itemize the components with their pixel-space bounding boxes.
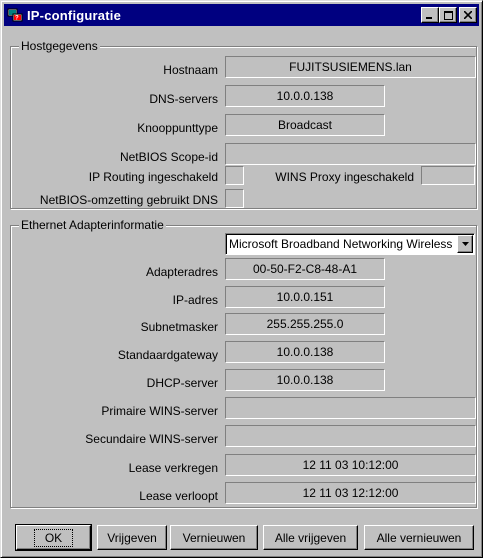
netbios-dns-label: NetBIOS-omzetting gebruikt DNS — [39, 193, 218, 207]
wins-proxy-label: WINS Proxy ingeschakeld — [275, 170, 414, 184]
release-button[interactable]: Vrijgeven — [97, 525, 167, 550]
adapter-dropdown-button[interactable] — [457, 235, 473, 253]
netbios-scope-field — [225, 143, 476, 165]
host-group-label: Hostgegevens — [19, 39, 100, 53]
standaardgateway-label: Standaardgateway — [117, 348, 218, 362]
renew-all-button-label: Alle vernieuwen — [376, 530, 462, 545]
dhcp-server-field: 10.0.0.138 — [225, 369, 385, 391]
ip-config-window: ? IP-configuratie Hostgegevens Hostnaam … — [0, 0, 483, 558]
release-all-button[interactable]: Alle vrijgeven — [263, 525, 358, 550]
minimize-button[interactable] — [421, 7, 439, 23]
subnetmasker-field: 255.255.255.0 — [225, 313, 385, 335]
knooppunttype-label: Knooppunttype — [137, 121, 218, 135]
chevron-down-icon — [461, 242, 469, 246]
adapteradres-field: 00-50-F2-C8-48-A1 — [225, 258, 385, 280]
secondary-wins-field — [225, 425, 476, 447]
lease-expires-label: Lease verloopt — [139, 489, 218, 503]
release-button-label: Vrijgeven — [107, 530, 157, 545]
renew-button-label: Vernieuwen — [182, 530, 246, 545]
lease-obtained-field: 12 11 03 10:12:00 — [225, 454, 476, 476]
adapter-select[interactable]: Microsoft Broadband Networking Wireless — [225, 233, 475, 255]
ip-routing-indicator — [225, 166, 244, 185]
ip-routing-label: IP Routing ingeschakeld — [88, 170, 218, 184]
secondary-wins-label: Secundaire WINS-server — [85, 432, 218, 446]
primary-wins-field — [225, 397, 476, 419]
subnetmasker-label: Subnetmasker — [140, 320, 218, 334]
adapter-select-value: Microsoft Broadband Networking Wireless — [229, 237, 453, 251]
ok-button-label: OK — [33, 528, 74, 547]
dns-servers-label: DNS-servers — [149, 92, 218, 106]
netbios-dns-indicator — [225, 189, 244, 208]
lease-obtained-label: Lease verkregen — [128, 461, 218, 475]
lease-expires-field: 12 11 03 12:12:00 — [225, 482, 476, 504]
hostnaam-field: FUJITSUSIEMENS.lan — [225, 56, 476, 78]
primary-wins-label: Primaire WINS-server — [101, 404, 218, 418]
wins-proxy-indicator — [421, 166, 475, 185]
ok-button[interactable]: OK — [15, 524, 92, 551]
close-button[interactable] — [459, 7, 477, 23]
window-title: IP-configuratie — [27, 7, 122, 23]
dhcp-server-label: DHCP-server — [146, 376, 218, 390]
network-app-icon: ? — [6, 6, 24, 24]
renew-all-button[interactable]: Alle vernieuwen — [364, 525, 474, 550]
ethernet-group-label: Ethernet Adapterinformatie — [19, 218, 166, 232]
renew-button[interactable]: Vernieuwen — [170, 525, 258, 550]
maximize-icon — [443, 10, 453, 20]
title-bar[interactable]: ? IP-configuratie — [4, 4, 479, 26]
standaardgateway-field: 10.0.0.138 — [225, 341, 385, 363]
svg-text:?: ? — [15, 16, 19, 22]
hostnaam-label: Hostnaam — [163, 63, 218, 77]
netbios-scope-label: NetBIOS Scope-id — [119, 150, 218, 164]
knooppunttype-field: Broadcast — [225, 114, 385, 136]
maximize-button[interactable] — [439, 7, 457, 23]
close-icon — [464, 11, 472, 19]
ip-adres-field: 10.0.0.151 — [225, 286, 385, 308]
dns-servers-field: 10.0.0.138 — [225, 85, 385, 107]
adapteradres-label: Adapteradres — [145, 265, 218, 279]
release-all-button-label: Alle vrijgeven — [274, 530, 347, 545]
minimize-icon — [426, 17, 432, 19]
ip-adres-label: IP-adres — [172, 293, 218, 307]
